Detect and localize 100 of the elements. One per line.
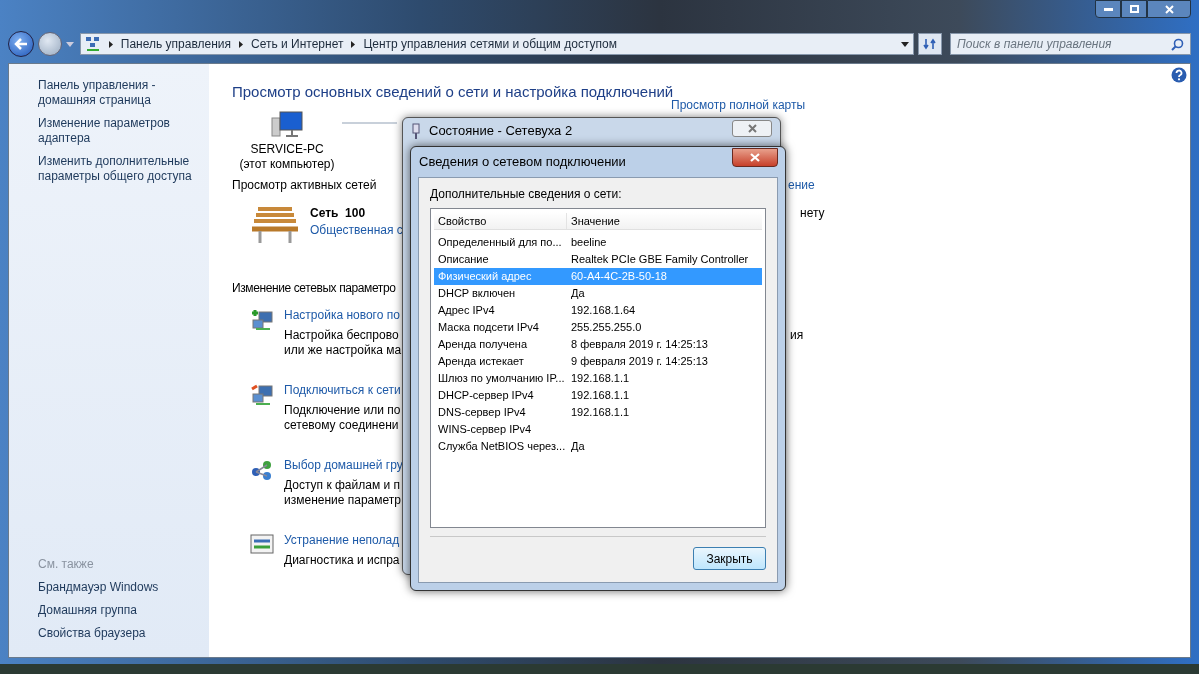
close-dialog-button[interactable]: Закрыть bbox=[693, 547, 766, 570]
section-heading: Просмотр активных сетей bbox=[232, 178, 378, 193]
dialog-title: Сведения о сетевом подключении bbox=[419, 153, 627, 172]
computer-note: (этот компьютер) bbox=[239, 157, 335, 172]
close-button[interactable] bbox=[732, 147, 778, 167]
see-also-heading: См. также bbox=[38, 557, 95, 572]
network-plus-icon bbox=[250, 308, 274, 332]
property-cell-text: Описание bbox=[437, 252, 490, 268]
column-header[interactable]: Значение bbox=[567, 212, 620, 229]
details-row[interactable]: Описание Realtek PCIe GBE Family Controller bbox=[434, 251, 762, 268]
sidebar-link[interactable]: Панель управления - домашняя страница bbox=[38, 78, 206, 108]
details-row[interactable]: Аренда получена 8 февраля 2019 г. 14:25:13 bbox=[434, 336, 762, 353]
dialog-caption: Дополнительные сведения о сети: bbox=[430, 187, 623, 202]
value-cell-text: Realtek PCIe GBE Family Controller bbox=[570, 252, 749, 268]
sidebar-link[interactable]: Домашняя группа bbox=[38, 603, 207, 618]
close-icon bbox=[750, 152, 760, 162]
bench-icon bbox=[250, 205, 300, 245]
details-row[interactable]: DHCP-сервер IPv4 192.168.1.1 bbox=[434, 387, 762, 404]
search-field[interactable]: Поиск в панели управления bbox=[950, 33, 1191, 55]
details-row[interactable]: Адрес IPv4 192.168.1.64 bbox=[434, 302, 762, 319]
breadcrumb-item[interactable]: Панель управления bbox=[120, 35, 231, 53]
computer-icon bbox=[270, 110, 304, 140]
refresh-arrows-icon bbox=[923, 38, 938, 50]
close-icon bbox=[1164, 4, 1174, 14]
value-cell-text: 8 февраля 2019 г. 14:25:13 bbox=[570, 337, 708, 353]
sidebar-link[interactable]: Свойства браузера bbox=[38, 626, 207, 641]
close-button[interactable] bbox=[1147, 0, 1191, 18]
minimize-button[interactable] bbox=[1095, 0, 1121, 18]
setting-description: Подключение или по bbox=[284, 403, 401, 418]
dropdown-caret-icon[interactable] bbox=[901, 41, 910, 47]
help-icon[interactable] bbox=[1171, 67, 1187, 83]
setting-link[interactable]: Устранение неполад bbox=[284, 533, 402, 548]
value-cell-text: 192.168.1.1 bbox=[570, 371, 630, 387]
breadcrumb-arrow-icon bbox=[108, 40, 113, 48]
setting-link[interactable]: Настройка нового по bbox=[284, 308, 402, 323]
breadcrumb-item[interactable]: Центр управления сетями и общим доступом bbox=[363, 35, 617, 53]
control-panel-icon bbox=[84, 36, 101, 52]
network-type-link[interactable]: Общественная с bbox=[310, 222, 402, 239]
network-connect-icon bbox=[250, 383, 274, 407]
sidebar-link[interactable]: Изменение параметров адаптера bbox=[38, 116, 206, 146]
setting-description: или же настройка ма bbox=[284, 343, 402, 358]
back-button[interactable] bbox=[8, 31, 34, 57]
text-fragment: ия bbox=[790, 328, 804, 344]
link-fragment[interactable]: ение bbox=[788, 178, 815, 193]
property-cell-text: Маска подсети IPv4 bbox=[437, 320, 540, 336]
close-icon bbox=[747, 123, 757, 133]
column-header[interactable]: Свойство bbox=[434, 212, 567, 229]
setting-description: Настройка беспрово bbox=[284, 328, 400, 343]
setting-link[interactable]: Подключиться к сети bbox=[284, 383, 402, 398]
property-cell-text: Служба NetBIOS через... bbox=[437, 439, 567, 455]
value-cell-text: 60-A4-4C-2B-50-18 bbox=[570, 269, 667, 285]
property-cell-text: Шлюз по умолчанию IP... bbox=[437, 371, 566, 387]
sidebar-link[interactable]: Брандмауэр Windows bbox=[38, 580, 207, 595]
details-row[interactable]: Маска подсети IPv4 255.255.255.0 bbox=[434, 319, 762, 336]
value-cell-text: 255.255.255.0 bbox=[570, 320, 642, 336]
value-cell-text: beeline bbox=[570, 235, 607, 251]
value-cell-text: Да bbox=[570, 439, 585, 455]
address-bar[interactable]: Панель управления Сеть и Интернет Центр управления сетями и общим доступом bbox=[79, 33, 915, 55]
details-row[interactable]: DHCP включен Да bbox=[434, 285, 762, 302]
details-row[interactable]: DNS-сервер IPv4 192.168.1.1 bbox=[434, 404, 762, 421]
property-cell-text: Аренда истекает bbox=[437, 354, 525, 370]
property-cell-text: DNS-сервер IPv4 bbox=[437, 405, 527, 421]
property-cell-text: DHCP-сервер IPv4 bbox=[437, 388, 535, 404]
minimize-icon bbox=[1103, 7, 1113, 11]
property-cell-text: WINS-сервер IPv4 bbox=[437, 422, 533, 438]
setting-link[interactable]: Выбор домашней гру bbox=[284, 458, 402, 473]
breadcrumb-arrow-icon bbox=[351, 40, 356, 48]
value-cell-text: 192.168.1.64 bbox=[570, 303, 636, 319]
section-heading: Изменение сетевых параметро bbox=[232, 281, 396, 296]
dropdown-caret-icon bbox=[65, 41, 74, 47]
details-row[interactable]: WINS-сервер IPv4 bbox=[434, 421, 762, 438]
page-heading: Просмотр основных сведений о сети и настройка подключений bbox=[232, 82, 674, 101]
setting-description: Доступ к файлам и п bbox=[284, 478, 401, 493]
window-title: Состояние - Сетевуха 2 bbox=[429, 122, 574, 141]
property-cell-text: Физический адрес bbox=[437, 269, 533, 285]
property-cell-text: Аренда получена bbox=[437, 337, 529, 353]
setting-description: сетевому соединени bbox=[284, 418, 400, 433]
breadcrumb-item[interactable]: Сеть и Интернет bbox=[251, 35, 344, 53]
breadcrumb-arrow-icon bbox=[239, 40, 243, 48]
homegroup-icon bbox=[250, 458, 274, 482]
property-cell-text: DHCP включен bbox=[437, 286, 517, 302]
maximize-icon bbox=[1129, 5, 1139, 13]
network-plug-icon bbox=[411, 123, 421, 139]
troubleshoot-icon bbox=[250, 533, 274, 555]
computer-name: SERVICE-PC bbox=[250, 142, 324, 157]
details-row[interactable]: Шлюз по умолчанию IP... 192.168.1.1 bbox=[434, 370, 762, 387]
value-cell-text: 192.168.1.1 bbox=[570, 388, 630, 404]
network-name: Сеть 100 bbox=[310, 205, 367, 222]
details-row[interactable]: Аренда истекает 9 февраля 2019 г. 14:25:13 bbox=[434, 353, 762, 370]
refresh-button[interactable] bbox=[918, 33, 942, 55]
value-cell-text: Да bbox=[570, 286, 585, 302]
details-row[interactable]: Служба NetBIOS через... Да bbox=[434, 438, 762, 455]
forward-button[interactable] bbox=[37, 32, 62, 56]
details-row[interactable]: Определенный для по... beeline bbox=[434, 234, 762, 251]
setting-description: изменение параметр bbox=[284, 493, 401, 508]
sidebar-link[interactable]: Изменить дополнительные параметры общего доступа bbox=[38, 154, 206, 184]
property-cell-text: Определенный для по... bbox=[437, 235, 563, 251]
full-map-link[interactable]: Просмотр полной карты bbox=[671, 98, 806, 113]
maximize-button[interactable] bbox=[1121, 0, 1147, 18]
property-cell-text: Адрес IPv4 bbox=[437, 303, 496, 319]
